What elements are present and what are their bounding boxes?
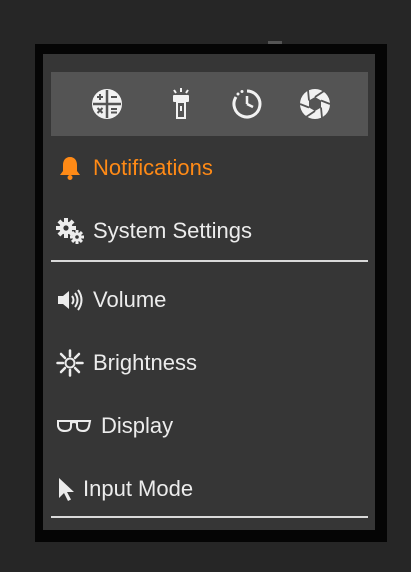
menu-item-input-mode[interactable]: Input Mode	[51, 461, 368, 517]
quick-settings-panel: Notifications System Settings Volume Bri…	[43, 54, 375, 530]
menu-label-display: Display	[101, 413, 174, 438]
menu-item-system-settings[interactable]: System Settings	[51, 203, 368, 259]
menu-item-display[interactable]: Display	[51, 398, 368, 454]
gears-icon	[55, 216, 85, 246]
menu-item-brightness[interactable]: Brightness	[51, 335, 368, 391]
section-divider	[51, 260, 368, 262]
menu-label-volume: Volume	[93, 287, 167, 312]
frame-notch	[268, 41, 282, 44]
calculator-icon[interactable]	[88, 85, 126, 123]
menu-item-volume[interactable]: Volume	[51, 272, 368, 328]
timer-icon[interactable]	[228, 85, 266, 123]
menu-label-brightness: Brightness	[93, 350, 197, 375]
brightness-icon	[55, 348, 85, 378]
glasses-icon	[55, 411, 93, 441]
cursor-icon	[55, 474, 77, 504]
menu-label-system-settings: System Settings	[93, 218, 252, 243]
bell-icon	[55, 153, 85, 183]
menu-label-input-mode: Input Mode	[83, 476, 194, 501]
speaker-icon	[55, 285, 85, 315]
camera-shutter-icon[interactable]	[296, 85, 334, 123]
quick-tools-toolbar	[51, 72, 368, 136]
flashlight-icon[interactable]	[162, 85, 200, 123]
menu-item-notifications[interactable]: Notifications	[51, 140, 368, 196]
menu-label-notifications: Notifications	[93, 155, 213, 180]
bottom-divider	[51, 516, 368, 518]
